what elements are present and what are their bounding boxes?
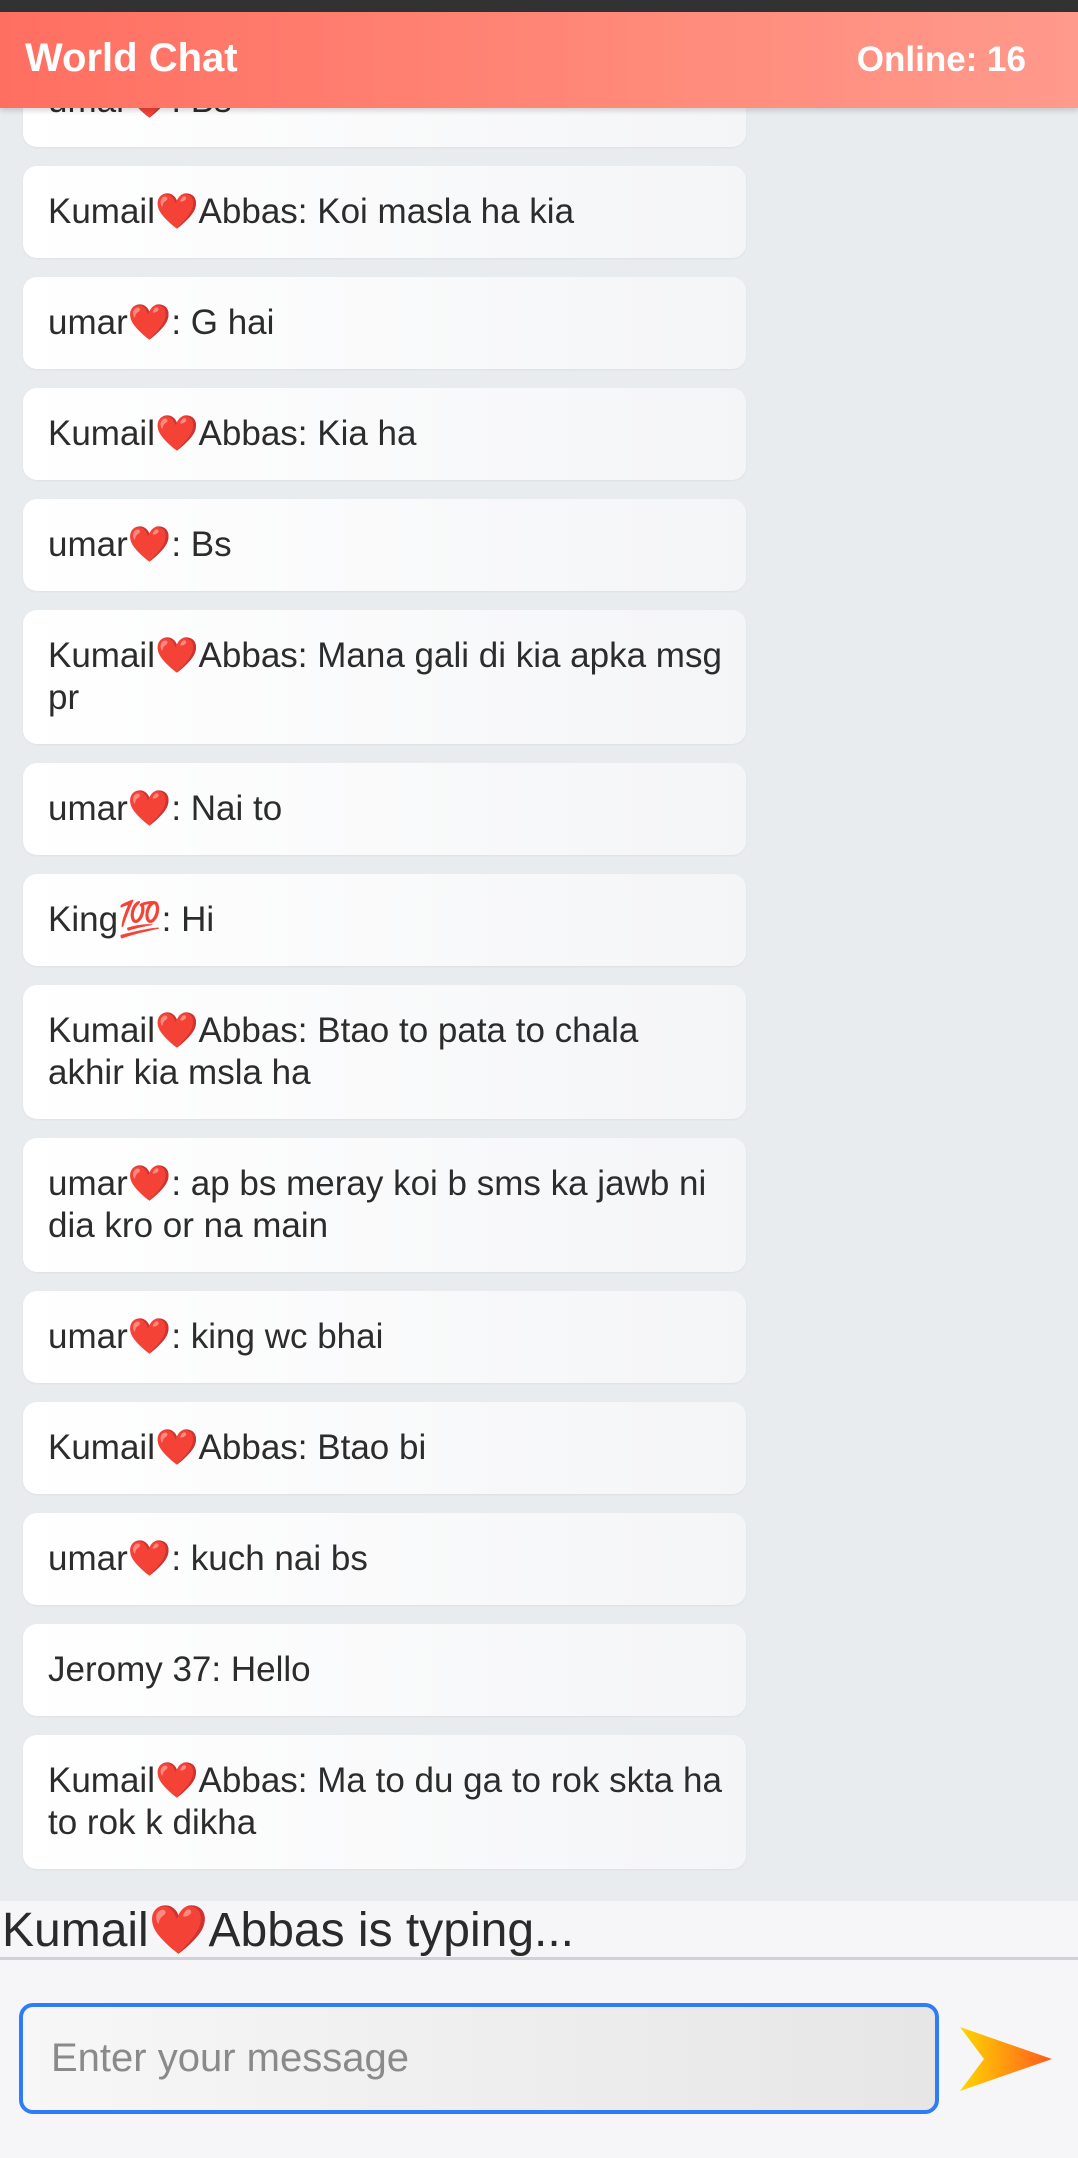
online-count: Online: 16 [856,40,1026,79]
message-bubble: Kumail❤️Abbas: Koi masla ha kia [23,166,746,258]
message-bubble: umar❤️: Bs [23,499,746,591]
message-input[interactable] [19,2003,939,2114]
typing-indicator: Kumail❤️Abbas is typing... [2,1904,575,1957]
message-bubble: umar❤️: Bs [23,108,746,147]
message-bubble: King💯: Hi [23,874,746,966]
message-bubble: Jeromy 37: Hello [23,1624,746,1716]
message-list: umar❤️: Bs Kumail❤️Abbas: Koi masla ha k… [23,108,746,1888]
page-title: World Chat [25,36,238,80]
message-bubble: umar❤️: king wc bhai [23,1291,746,1383]
message-bubble: Kumail❤️Abbas: Kia ha [23,388,746,480]
typing-indicator-bar: Kumail❤️Abbas is typing... [0,1901,1078,1960]
send-arrow-icon [960,2027,1052,2091]
message-bubble: Kumail❤️Abbas: Btao bi [23,1402,746,1494]
message-bubble: Kumail❤️Abbas: Mana gali di kia apka msg… [23,610,746,744]
message-bubble: umar❤️: ap bs meray koi b sms ka jawb ni… [23,1138,746,1272]
app-header: World Chat Online: 16 [0,12,1078,108]
message-bubble: umar❤️: Nai to [23,763,746,855]
message-bubble: Kumail❤️Abbas: Ma to du ga to rok skta h… [23,1735,746,1869]
message-bubble: Kumail❤️Abbas: Btao to pata to chala akh… [23,985,746,1119]
message-feed[interactable]: umar❤️: Bs Kumail❤️Abbas: Koi masla ha k… [0,108,1078,1901]
send-button[interactable] [958,2025,1054,2093]
status-bar [0,0,1078,12]
message-composer [0,1960,1078,2158]
message-bubble: umar❤️: kuch nai bs [23,1513,746,1605]
message-bubble: umar❤️: G hai [23,277,746,369]
